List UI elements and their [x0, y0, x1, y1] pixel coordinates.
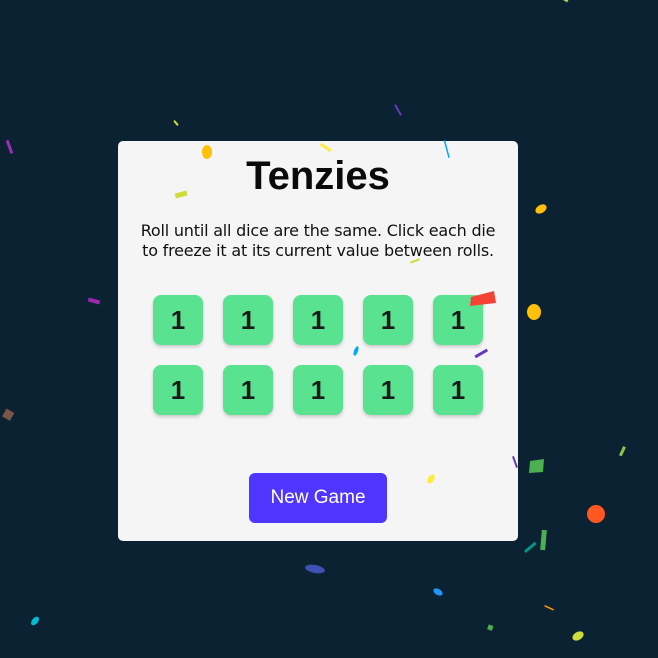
die-10[interactable]: 1: [433, 365, 483, 415]
die-8[interactable]: 1: [293, 365, 343, 415]
game-instructions: Roll until all dice are the same. Click …: [140, 221, 496, 260]
die-1[interactable]: 1: [153, 295, 203, 345]
die-9[interactable]: 1: [363, 365, 413, 415]
die-3[interactable]: 1: [293, 295, 343, 345]
die-7[interactable]: 1: [223, 365, 273, 415]
die-4[interactable]: 1: [363, 295, 413, 345]
die-5[interactable]: 1: [433, 295, 483, 345]
new-game-button[interactable]: New Game: [249, 473, 387, 523]
game-title: Tenzies: [246, 154, 390, 198]
die-2[interactable]: 1: [223, 295, 273, 345]
game-card: Tenzies Roll until all dice are the same…: [118, 141, 518, 541]
die-6[interactable]: 1: [153, 365, 203, 415]
dice-grid: 1 1 1 1 1 1 1 1 1 1: [153, 295, 483, 415]
